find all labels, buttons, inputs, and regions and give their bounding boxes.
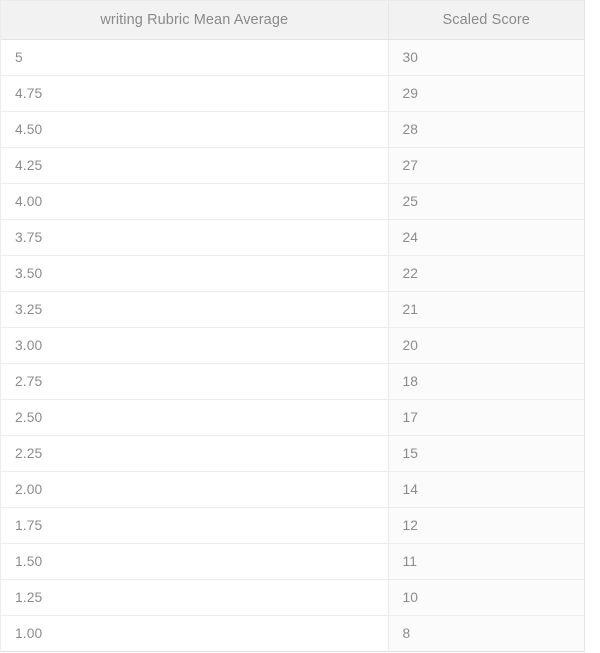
table-row: 2.25 15	[1, 435, 584, 472]
cell-scaled-score: 24	[388, 219, 584, 256]
table-row: 3.25 21	[1, 291, 584, 328]
cell-scaled-score: 22	[388, 255, 584, 292]
cell-rubric-mean-average: 1.50	[1, 543, 389, 580]
score-conversion-table: writing Rubric Mean Average Scaled Score…	[1, 1, 584, 652]
cell-scaled-score: 11	[388, 543, 584, 580]
table-row: 3.00 20	[1, 327, 584, 364]
cell-scaled-score: 8	[388, 615, 584, 652]
cell-rubric-mean-average: 4.25	[1, 147, 389, 184]
cell-rubric-mean-average: 4.50	[1, 111, 389, 148]
cell-rubric-mean-average: 2.25	[1, 435, 389, 472]
cell-scaled-score: 15	[388, 435, 584, 472]
cell-rubric-mean-average: 3.25	[1, 291, 389, 328]
table-row: 4.25 27	[1, 147, 584, 184]
table-row: 4.00 25	[1, 183, 584, 220]
table-row: 3.50 22	[1, 255, 584, 292]
cell-scaled-score: 20	[388, 327, 584, 364]
cell-scaled-score: 14	[388, 471, 584, 508]
cell-scaled-score: 12	[388, 507, 584, 544]
table-row: 3.75 24	[1, 219, 584, 256]
cell-scaled-score: 17	[388, 399, 584, 436]
table-header-row: writing Rubric Mean Average Scaled Score	[1, 1, 584, 40]
table-row: 4.50 28	[1, 111, 584, 148]
column-header-scaled-score: Scaled Score	[388, 1, 584, 40]
cell-scaled-score: 29	[388, 75, 584, 112]
cell-scaled-score: 28	[388, 111, 584, 148]
cell-scaled-score: 27	[388, 147, 584, 184]
cell-rubric-mean-average: 1.75	[1, 507, 389, 544]
cell-rubric-mean-average: 3.00	[1, 327, 389, 364]
cell-rubric-mean-average: 2.75	[1, 363, 389, 400]
table-row: 1.25 10	[1, 579, 584, 616]
column-header-rubric-mean-average: writing Rubric Mean Average	[1, 1, 389, 40]
table-row: 2.00 14	[1, 471, 584, 508]
cell-rubric-mean-average: 5	[1, 39, 389, 76]
cell-scaled-score: 25	[388, 183, 584, 220]
table-row: 5 30	[1, 39, 584, 76]
score-conversion-table-container: writing Rubric Mean Average Scaled Score…	[0, 0, 585, 652]
table-row: 4.75 29	[1, 75, 584, 112]
cell-rubric-mean-average: 1.25	[1, 579, 389, 616]
table-row: 2.75 18	[1, 363, 584, 400]
table-body: 5 30 4.75 29 4.50 28 4.25 27 4.00 25 3.75 24 3.50 22 3…	[1, 39, 584, 652]
cell-rubric-mean-average: 3.50	[1, 255, 389, 292]
cell-scaled-score: 30	[388, 39, 584, 76]
table-row: 2.50 17	[1, 399, 584, 436]
table-row: 1.00 8	[1, 615, 584, 652]
cell-rubric-mean-average: 1.00	[1, 615, 389, 652]
cell-scaled-score: 10	[388, 579, 584, 616]
table-row: 1.50 11	[1, 543, 584, 580]
cell-scaled-score: 18	[388, 363, 584, 400]
cell-rubric-mean-average: 4.75	[1, 75, 389, 112]
cell-rubric-mean-average: 4.00	[1, 183, 389, 220]
table-row: 1.75 12	[1, 507, 584, 544]
cell-rubric-mean-average: 2.50	[1, 399, 389, 436]
cell-scaled-score: 21	[388, 291, 584, 328]
cell-rubric-mean-average: 3.75	[1, 219, 389, 256]
cell-rubric-mean-average: 2.00	[1, 471, 389, 508]
table-header: writing Rubric Mean Average Scaled Score	[1, 1, 584, 40]
